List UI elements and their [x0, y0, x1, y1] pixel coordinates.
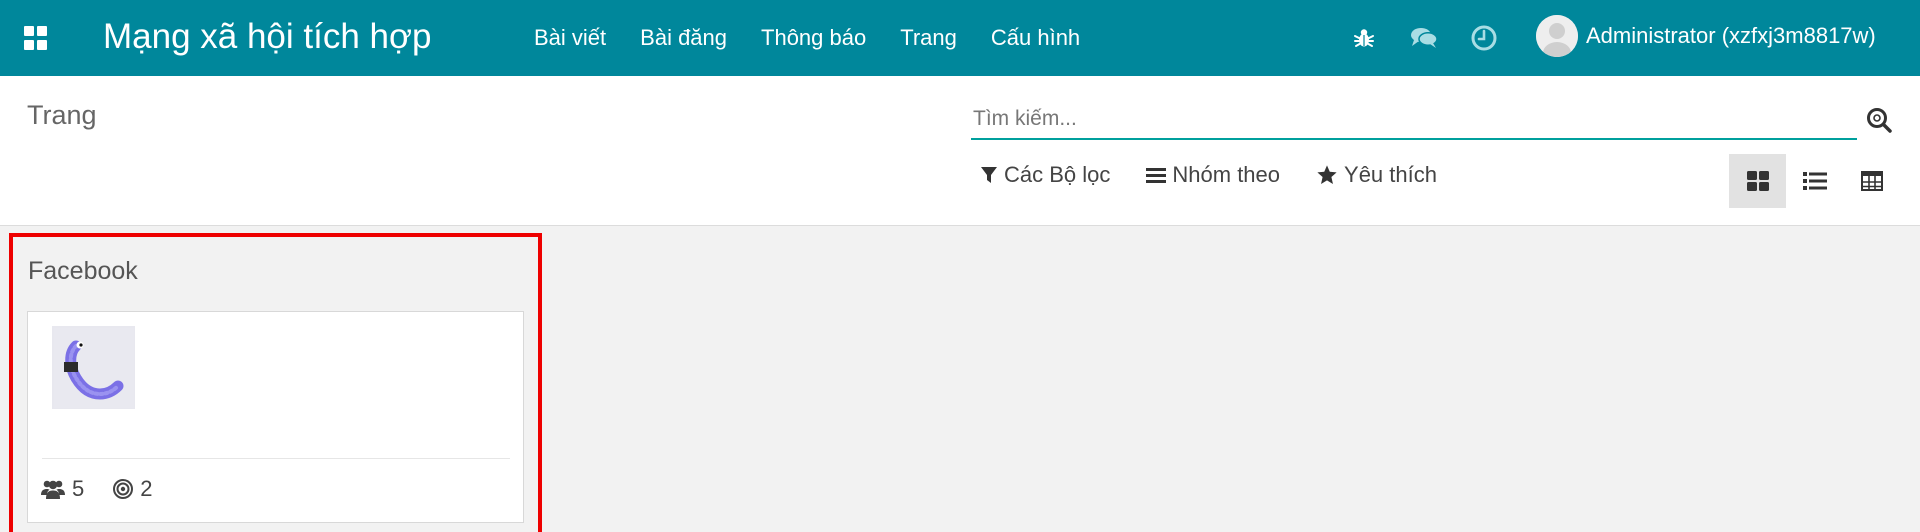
bars-icon [1146, 168, 1167, 183]
filters-label: Các Bộ lọc [1004, 162, 1111, 187]
view-switcher [1729, 154, 1900, 208]
groupby-label: Nhóm theo [1172, 162, 1281, 187]
groupby-button[interactable]: Nhóm theo [1146, 162, 1280, 188]
user-menu[interactable]: Administrator (xzfxj3m8817w) [1536, 15, 1876, 57]
kanban-card[interactable]: 5 2 [27, 311, 524, 523]
top-navbar: Mạng xã hội tích hợp Bài viết Bài đăng T… [0, 0, 1920, 76]
app-title: Mạng xã hội tích hợp [103, 17, 432, 56]
kanban-icon [1746, 171, 1769, 191]
menu-item-configuration[interactable]: Cấu hình [991, 25, 1080, 51]
user-name: Administrator (xzfxj3m8817w) [1586, 23, 1876, 48]
filters-button[interactable]: Các Bộ lọc [980, 162, 1110, 188]
systray [1350, 24, 1530, 52]
menu-item-notifications[interactable]: Thông báo [761, 25, 866, 51]
menu-item-articles[interactable]: Bài viết [534, 25, 606, 51]
group-title: Facebook [28, 257, 138, 285]
followers-count: 5 [72, 476, 85, 501]
chat-icon[interactable] [1410, 24, 1438, 52]
kanban-view-button[interactable] [1729, 154, 1786, 208]
filter-icon [981, 167, 997, 183]
avatar [1536, 15, 1578, 57]
worm-logo-icon [52, 326, 135, 409]
table-icon [1860, 171, 1883, 191]
posts-count: 2 [140, 476, 153, 501]
search-bar [971, 100, 1892, 140]
star-icon [1317, 165, 1337, 184]
kanban-group: Facebook 5 2 [9, 233, 542, 532]
card-stats: 5 2 [40, 476, 181, 502]
clock-icon[interactable] [1470, 24, 1498, 52]
table-view-button[interactable] [1843, 154, 1900, 208]
users-icon [41, 480, 65, 499]
card-divider [42, 458, 510, 459]
control-panel: Trang Các Bộ lọc Nhóm theo Yêu thích [0, 76, 1920, 226]
main-menu: Bài viết Bài đăng Thông báo Trang Cấu hì… [534, 0, 1114, 76]
breadcrumb[interactable]: Trang [27, 100, 97, 131]
posts-stat: 2 [112, 476, 153, 502]
favorites-button[interactable]: Yêu thích [1316, 162, 1437, 188]
menu-item-posts[interactable]: Bài đăng [640, 25, 727, 51]
search-options: Các Bộ lọc Nhóm theo Yêu thích [980, 162, 1473, 188]
search-input[interactable] [971, 100, 1857, 140]
list-view-button[interactable] [1786, 154, 1843, 208]
favorites-label: Yêu thích [1344, 162, 1437, 187]
search-icon[interactable] [1865, 106, 1895, 136]
bug-icon[interactable] [1350, 24, 1378, 52]
apps-menu-icon[interactable] [24, 26, 48, 50]
menu-item-pages[interactable]: Trang [900, 25, 957, 51]
followers-stat: 5 [40, 476, 84, 502]
list-icon [1802, 172, 1827, 190]
bullseye-icon [113, 479, 134, 499]
